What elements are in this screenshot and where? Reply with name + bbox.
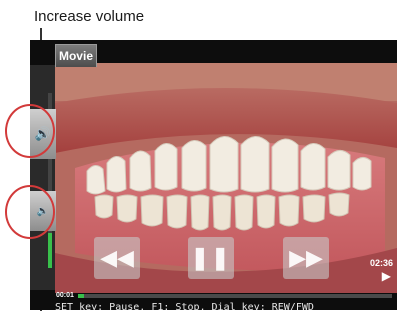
- rewind-icon: ◀◀: [100, 245, 134, 270]
- video-player: Movie 🔊 🔈 ◀◀ ❚❚ ▶▶ 02:36 ▶ 00:01 SET key…: [30, 40, 397, 310]
- elapsed-time: 00:01: [56, 292, 74, 299]
- status-hint: SET key: Pause, F1: Stop, Dial key: REW/…: [55, 302, 314, 310]
- fast-forward-icon: ▶▶: [289, 245, 323, 270]
- progress-fill: [78, 294, 85, 298]
- volume-panel: [30, 65, 55, 290]
- highlight-volume-up: [5, 104, 55, 158]
- highlight-volume-down: [5, 185, 55, 239]
- rewind-button[interactable]: ◀◀: [94, 237, 140, 279]
- pause-icon: ❚❚: [190, 245, 232, 270]
- callout-label: Increase volume: [34, 8, 145, 25]
- tab-movie[interactable]: Movie: [55, 44, 97, 67]
- volume-level-fill: [48, 233, 52, 268]
- play-state-icon: ▶: [381, 269, 391, 283]
- duration-time: 02:36: [369, 258, 393, 268]
- pause-button[interactable]: ❚❚: [188, 237, 234, 279]
- progress-bar[interactable]: [78, 294, 392, 298]
- fast-forward-button[interactable]: ▶▶: [283, 237, 329, 279]
